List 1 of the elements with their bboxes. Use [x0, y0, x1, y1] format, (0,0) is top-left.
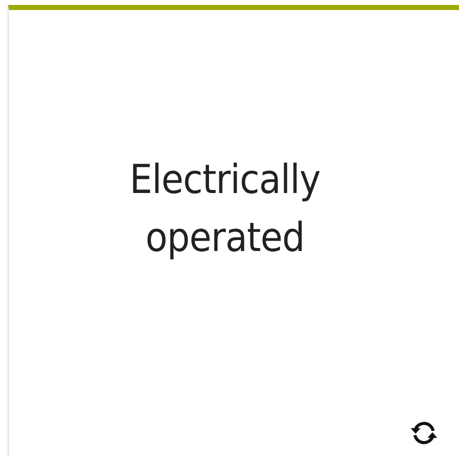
card-title: Electrically operated: [128, 156, 322, 262]
